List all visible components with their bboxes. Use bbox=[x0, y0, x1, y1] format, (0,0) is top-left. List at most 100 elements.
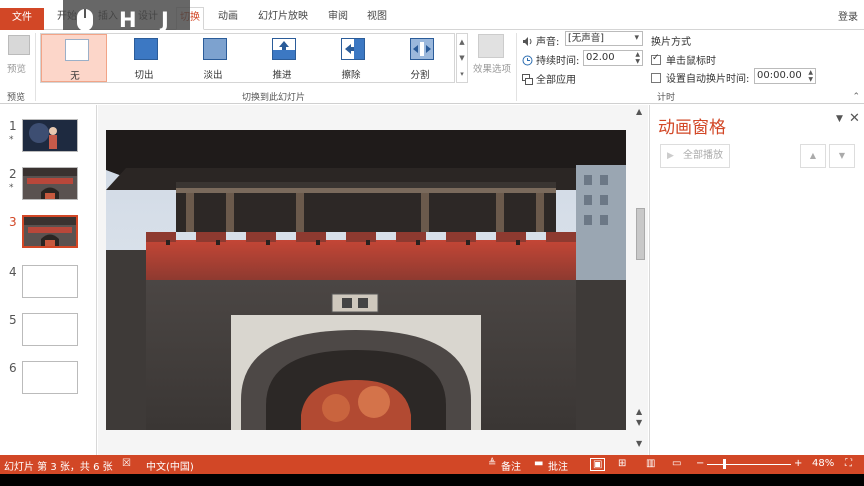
notes-icon[interactable]: ≜ bbox=[488, 458, 496, 469]
tab-review[interactable]: 审阅 bbox=[328, 9, 348, 27]
checkbox-checked-icon[interactable] bbox=[651, 53, 661, 65]
slide-sorter-icon[interactable]: ⊞ bbox=[618, 458, 626, 469]
group-label-transitions: 切换到此幻灯片 bbox=[242, 93, 306, 103]
scrollbar-thumb[interactable] bbox=[636, 208, 645, 260]
transition-label: 无 bbox=[70, 71, 80, 82]
slide-thumbnail-2[interactable]: 2 * bbox=[0, 167, 97, 213]
duration-label: 持续时间: bbox=[536, 56, 580, 67]
zoom-level[interactable]: 48% bbox=[812, 458, 834, 469]
scroll-up-icon[interactable]: ▲ bbox=[636, 107, 642, 116]
scroll-down-icon[interactable]: ▼ bbox=[636, 439, 642, 448]
split-transition-icon bbox=[410, 38, 434, 60]
chevron-down-icon[interactable]: ▼ bbox=[457, 50, 467, 66]
transition-cut[interactable]: 切出 bbox=[111, 34, 177, 82]
cut-transition-icon bbox=[134, 38, 158, 60]
duration-row: 持续时间: bbox=[522, 52, 579, 67]
transition-fade[interactable]: 淡出 bbox=[180, 34, 246, 82]
transition-none[interactable]: 无 bbox=[41, 34, 107, 82]
comments-button[interactable]: 批注 bbox=[548, 458, 568, 473]
close-icon[interactable]: ✕ bbox=[849, 111, 860, 126]
checkbox-unchecked-icon[interactable] bbox=[651, 73, 661, 83]
pane-menu-icon[interactable]: ▼ bbox=[836, 114, 843, 124]
apply-all-icon bbox=[522, 74, 533, 85]
reading-view-icon[interactable]: ▥ bbox=[646, 458, 655, 469]
duration-spinner[interactable]: ▲ ▼ bbox=[635, 51, 640, 65]
screen-bottom-edge bbox=[0, 474, 864, 486]
slide-count-status: 幻灯片 第 3 张，共 6 张 bbox=[4, 462, 113, 473]
comments-icon[interactable]: ▬ bbox=[534, 458, 543, 469]
slide-number: 4 bbox=[9, 265, 17, 279]
slideshow-icon[interactable]: ▭ bbox=[672, 458, 681, 469]
ribbon-separator bbox=[516, 33, 517, 101]
transition-split[interactable]: 分割 bbox=[387, 34, 453, 82]
fit-to-window-icon[interactable]: ⛶ bbox=[845, 458, 852, 469]
slide-thumbnail-6[interactable]: 6 bbox=[0, 361, 97, 407]
tab-slideshow[interactable]: 幻灯片放映 bbox=[258, 9, 308, 27]
slide-thumbnail-5[interactable]: 5 bbox=[0, 313, 97, 359]
gallery-scroll[interactable]: ▲ ▼ ▾ bbox=[456, 33, 468, 83]
slide-number: 5 bbox=[9, 313, 17, 327]
preview-label: 预览 bbox=[7, 64, 27, 75]
language-status[interactable]: 中文(中国) bbox=[146, 458, 194, 473]
slide-thumbnails-pane: 1 * 2 * 3 4 5 6 bbox=[0, 105, 97, 455]
transition-push[interactable]: 推进 bbox=[249, 34, 315, 82]
normal-view-icon[interactable]: ▣ bbox=[590, 458, 606, 471]
notes-button[interactable]: 备注 bbox=[501, 458, 521, 473]
zoom-out-icon[interactable]: − bbox=[696, 458, 704, 469]
move-down-icon[interactable]: ▼ bbox=[829, 144, 855, 168]
after-checkbox[interactable]: 设置自动换片时间: bbox=[651, 70, 749, 85]
on-click-checkbox[interactable]: 单击鼠标时 bbox=[651, 52, 716, 67]
ribbon-separator bbox=[35, 33, 36, 101]
animation-pane: 动画窗格 ▼ ✕ 全部播放 ▲ ▼ bbox=[649, 105, 864, 455]
transition-gallery: 无 切出 淡出 推进 擦除 分割 bbox=[40, 33, 455, 83]
duration-input[interactable]: 02.00 ▲ ▼ bbox=[583, 50, 643, 66]
collapse-ribbon-icon[interactable]: ⌃ bbox=[852, 92, 860, 102]
preview-button[interactable]: 预览 bbox=[4, 33, 34, 77]
slide-number: 6 bbox=[9, 361, 17, 375]
auto-advance-time-input[interactable]: 00:00.00 ▲ ▼ bbox=[754, 68, 816, 84]
slide-thumbnail-3[interactable]: 3 bbox=[0, 215, 97, 261]
slide-animation-marker: * bbox=[9, 135, 14, 145]
zoom-slider[interactable] bbox=[707, 464, 791, 465]
slide-thumbnail-1[interactable]: 1 * bbox=[0, 119, 97, 165]
push-transition-icon bbox=[272, 38, 296, 60]
transition-wipe[interactable]: 擦除 bbox=[318, 34, 384, 82]
sound-row: 声音: bbox=[522, 33, 559, 48]
tab-file[interactable]: 文件 bbox=[0, 8, 44, 30]
transition-label: 淡出 bbox=[203, 70, 223, 81]
animation-pane-title: 动画窗格 bbox=[658, 118, 726, 138]
move-up-icon[interactable]: ▲ bbox=[800, 144, 826, 168]
prev-slide-icon[interactable]: ▲ bbox=[636, 407, 642, 416]
apply-all-button[interactable]: 全部应用 bbox=[522, 71, 576, 86]
group-label-timing: 计时 bbox=[657, 93, 676, 103]
tab-animations[interactable]: 动画 bbox=[218, 9, 238, 27]
slide-thumbnail-4[interactable]: 4 bbox=[0, 265, 97, 311]
auto-time-spinner[interactable]: ▲ ▼ bbox=[808, 69, 813, 83]
none-transition-icon bbox=[65, 39, 89, 61]
play-all-button[interactable]: 全部播放 bbox=[660, 144, 730, 168]
group-label-preview: 预览 bbox=[7, 93, 26, 103]
keycap-j: J bbox=[161, 8, 169, 32]
slide-thumb-image bbox=[22, 167, 78, 200]
chevron-up-icon[interactable]: ▲ bbox=[457, 34, 467, 50]
spellcheck-icon[interactable]: ☒ bbox=[122, 458, 131, 469]
next-slide-icon[interactable]: ▼ bbox=[636, 418, 642, 427]
slide-animation-marker: * bbox=[9, 183, 14, 193]
tab-view[interactable]: 视图 bbox=[367, 9, 387, 27]
after-label: 设置自动换片时间: bbox=[666, 74, 750, 85]
speaker-icon bbox=[522, 36, 533, 47]
slide-number: 3 bbox=[9, 215, 17, 229]
slide-number: 1 bbox=[9, 119, 17, 133]
slide-vertical-scrollbar[interactable]: ▲ ▲ ▼ ▼ bbox=[633, 105, 648, 455]
apply-all-label: 全部应用 bbox=[536, 75, 576, 86]
status-bar: 幻灯片 第 3 张，共 6 张 ☒ 中文(中国) ≜ 备注 ▬ 批注 ▣ ⊞ ▥… bbox=[0, 455, 864, 474]
zoom-slider-handle[interactable] bbox=[723, 459, 726, 469]
slide-thumb-image bbox=[22, 215, 78, 248]
signin-link[interactable]: 登录 bbox=[838, 8, 858, 23]
powerpoint-window: { "tabs": { "file": "文件", "home": "开始", … bbox=[0, 0, 864, 486]
effect-options-button[interactable]: 效果选项 bbox=[470, 33, 514, 103]
zoom-in-icon[interactable]: + bbox=[794, 458, 802, 469]
gallery-more-icon[interactable]: ▾ bbox=[457, 66, 467, 82]
sound-select[interactable]: [无声音] bbox=[565, 31, 643, 46]
slide-canvas[interactable] bbox=[106, 130, 626, 430]
